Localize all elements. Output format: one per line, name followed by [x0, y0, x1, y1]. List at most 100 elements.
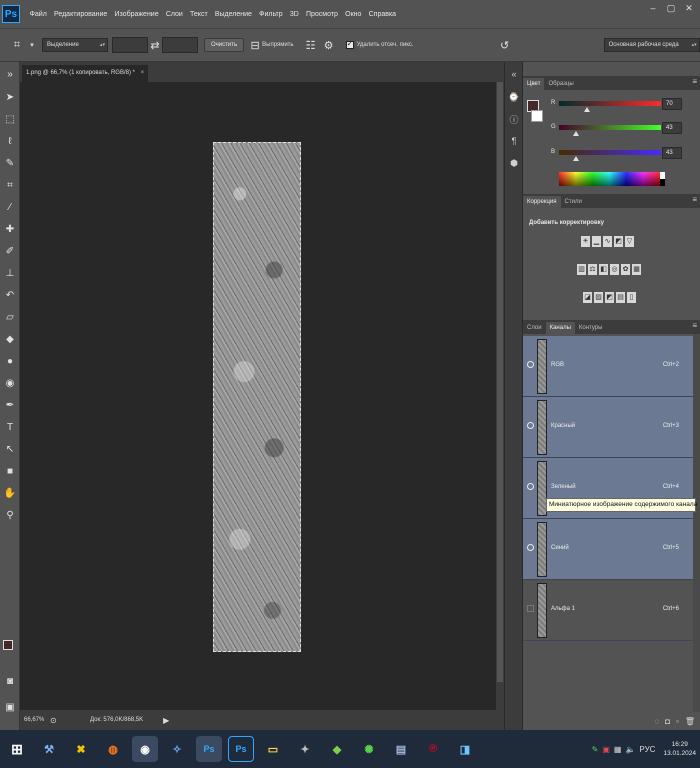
black-white-swatch[interactable]	[660, 172, 665, 186]
trash-icon[interactable]: 🗑	[685, 717, 695, 726]
green-track[interactable]	[559, 125, 661, 130]
canvas-vertical-scrollbar[interactable]	[496, 62, 504, 730]
red-slider[interactable]: R 70	[549, 98, 699, 116]
status-arrow-icon[interactable]: ▶	[163, 716, 169, 725]
crop-ratio-select[interactable]: Выделение	[42, 38, 108, 52]
volume-icon[interactable]: 🔈	[625, 745, 635, 754]
checkbox-checked-icon[interactable]	[345, 39, 354, 49]
eraser-tool-icon[interactable]: ▱	[0, 306, 20, 328]
curves-icon[interactable]: ∿	[603, 236, 612, 247]
tray-alert-icon[interactable]: ▣	[602, 745, 610, 754]
file-explorer-icon[interactable]: ▭	[260, 736, 286, 762]
vibrance-icon[interactable]: ▽	[625, 236, 634, 247]
levels-icon[interactable]: ▁	[592, 236, 601, 247]
path-selection-tool-icon[interactable]: ↖	[0, 438, 20, 460]
close-button[interactable]: ✕	[680, 2, 698, 14]
close-icon[interactable]: ×	[141, 70, 145, 76]
straighten-icon[interactable]: ⊟	[248, 39, 262, 52]
hue-saturation-icon[interactable]: ▥	[577, 264, 586, 275]
app-spark-icon[interactable]: ✺	[356, 736, 382, 762]
new-channel-icon[interactable]: ▫	[676, 717, 679, 726]
photo-filter-icon[interactable]: ◎	[610, 264, 619, 275]
channel-thumbnail[interactable]	[537, 522, 547, 577]
brightness-contrast-icon[interactable]: ☀	[581, 236, 590, 247]
properties-panel-icon[interactable]: ⓘ	[505, 108, 523, 130]
red-track[interactable]	[559, 101, 661, 106]
tab-swatches[interactable]: Образцы	[544, 78, 577, 90]
invert-icon[interactable]: ◪	[583, 292, 592, 303]
hand-tool-icon[interactable]: ✋	[0, 482, 20, 504]
channel-row-red[interactable]: Красный Ctrl+3	[523, 397, 693, 458]
history-brush-tool-icon[interactable]: ↶	[0, 284, 20, 306]
gimp-icon[interactable]: ✦	[292, 736, 318, 762]
black-white-icon[interactable]: ◧	[599, 264, 608, 275]
canvas-area[interactable]	[20, 82, 496, 710]
clear-button[interactable]: Очистить	[204, 38, 245, 52]
green-slider[interactable]: G 43	[549, 122, 699, 140]
gradient-map-icon[interactable]: ▤	[616, 292, 625, 303]
history-panel-icon[interactable]: ⌚	[505, 86, 523, 108]
app-wrench-icon[interactable]: ⚒	[36, 736, 62, 762]
zoom-level[interactable]: 66,67%	[24, 717, 50, 723]
menu-select[interactable]: Выделение	[211, 11, 255, 18]
sims-icon[interactable]: ◆	[324, 736, 350, 762]
share-icon[interactable]: ⊙	[50, 716, 60, 725]
channel-row-rgb[interactable]: RGB Ctrl+2	[523, 336, 693, 397]
color-spectrum[interactable]	[559, 172, 660, 186]
type-tool-icon[interactable]: T	[0, 416, 20, 438]
quick-selection-tool-icon[interactable]: ✎	[0, 152, 20, 174]
language-indicator[interactable]: РУС	[639, 745, 655, 754]
exposure-icon[interactable]: ◩	[614, 236, 623, 247]
tab-adjustments[interactable]: Коррекция	[523, 196, 561, 208]
eye-off-icon[interactable]	[527, 605, 534, 612]
green-knob[interactable]	[573, 131, 580, 136]
menu-file[interactable]: Файл	[26, 11, 50, 18]
eyedropper-tool-icon[interactable]: ⁄	[0, 196, 20, 218]
panel-menu-icon[interactable]: ≡	[692, 195, 697, 204]
eye-icon[interactable]	[527, 361, 534, 368]
channels-scrollbar[interactable]	[693, 334, 700, 714]
tray-app-icon[interactable]: ✎	[592, 745, 599, 754]
delete-cropped-checkbox[interactable]: Удалить отсеч. пикс.	[345, 39, 414, 49]
windows-start-icon[interactable]: ⊞	[4, 736, 30, 762]
tab-color[interactable]: Цвет	[523, 78, 545, 90]
photoshop-2-taskbar-icon[interactable]: Ps	[228, 736, 254, 762]
zoom-tool-icon[interactable]: ⚲	[0, 504, 20, 526]
blue-knob[interactable]	[573, 156, 580, 161]
menu-layers[interactable]: Слои	[162, 11, 186, 18]
color-swatches[interactable]	[3, 640, 18, 662]
straighten-label[interactable]: Выпрямить	[262, 42, 293, 48]
threshold-icon[interactable]: ◩	[605, 292, 614, 303]
healing-brush-tool-icon[interactable]: ✚	[0, 218, 20, 240]
network-icon[interactable]: ▦	[614, 745, 622, 754]
restore-button[interactable]: ▢	[662, 2, 680, 14]
document-tab[interactable]: 1.png @ 66,7% (1 копировать, RGB/8) * ×	[22, 65, 149, 82]
paint-bucket-tool-icon[interactable]: ◆	[0, 328, 20, 350]
color-lookup-icon[interactable]: ▦	[632, 264, 641, 275]
app-card-icon[interactable]: ◨	[452, 736, 478, 762]
screen-mode-icon[interactable]: ▣	[0, 696, 20, 718]
pen-tool-icon[interactable]: ✒	[0, 394, 20, 416]
chrome-icon[interactable]: ◉	[132, 736, 158, 762]
pinterest-icon[interactable]: ℗	[420, 736, 446, 762]
red-value[interactable]: 70	[662, 98, 682, 110]
app-x-icon[interactable]: ✖	[68, 736, 94, 762]
green-value[interactable]: 43	[662, 122, 682, 134]
move-tool-icon[interactable]: ➤	[0, 86, 20, 108]
channel-row-blue[interactable]: Синий Ctrl+5	[523, 519, 693, 580]
channel-mixer-icon[interactable]: ✿	[621, 264, 630, 275]
rectangle-tool-icon[interactable]: ■	[0, 460, 20, 482]
dodge-tool-icon[interactable]: ◉	[0, 372, 20, 394]
tab-layers[interactable]: Слои	[523, 322, 546, 334]
panel-menu-icon[interactable]: ≡	[692, 321, 697, 330]
menu-type[interactable]: Текст	[186, 11, 211, 18]
posterize-icon[interactable]: ▨	[594, 292, 603, 303]
menu-view[interactable]: Просмотр	[302, 11, 341, 18]
document-app-icon[interactable]: ▤	[388, 736, 414, 762]
tab-styles[interactable]: Стили	[561, 196, 586, 208]
crop-tool-icon[interactable]: ⌗	[0, 174, 20, 196]
channel-thumbnail[interactable]	[537, 583, 547, 638]
red-knob[interactable]	[583, 107, 590, 112]
clock[interactable]: 16:29 13.01.2024	[663, 740, 696, 758]
eye-icon[interactable]	[527, 483, 534, 490]
